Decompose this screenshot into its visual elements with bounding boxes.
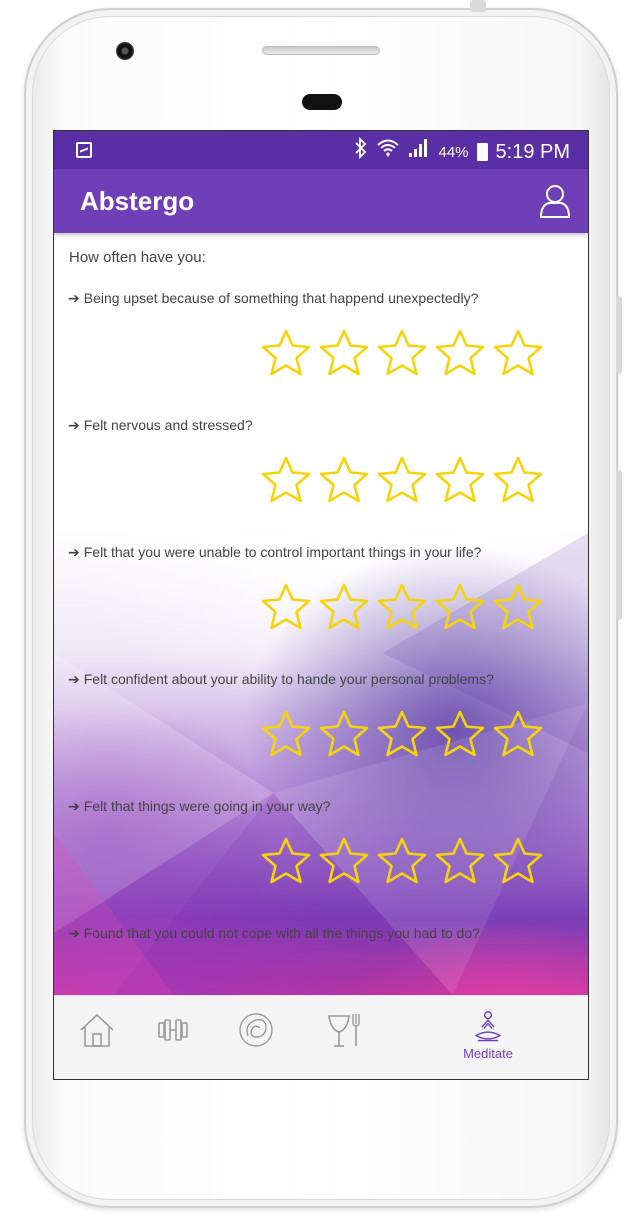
star-icon[interactable] [259, 582, 313, 630]
star-icon[interactable] [317, 328, 371, 376]
signal-icon [408, 138, 430, 166]
battery-icon [476, 143, 488, 161]
arrow-icon: ➔ [68, 417, 80, 433]
star-icon[interactable] [491, 836, 545, 884]
star-icon[interactable] [491, 582, 545, 630]
user-icon[interactable] [538, 183, 572, 219]
nav-meditate[interactable]: Meditate [458, 1010, 518, 1070]
screen: 44% 5:19 PM Abstergo How often have you:… [53, 130, 589, 1080]
arrow-icon: ➔ [68, 544, 80, 560]
star-icon[interactable] [433, 328, 487, 376]
question-text: ➔ Felt confident about your ability to ha… [68, 671, 494, 688]
question-text: ➔ Felt nervous and stressed? [68, 417, 253, 434]
question-label: Being upset because of something that ha… [83, 290, 479, 306]
star-icon[interactable] [491, 455, 545, 503]
arrow-icon: ➔ [68, 671, 80, 687]
nav-breathe[interactable] [226, 1010, 286, 1070]
star-icon[interactable] [317, 455, 371, 503]
star-icon[interactable] [375, 328, 429, 376]
star-icon[interactable] [317, 709, 371, 757]
star-rating[interactable] [259, 455, 545, 503]
breath-icon [239, 1013, 273, 1047]
meditate-icon [474, 1011, 502, 1042]
app-title: Abstergo [80, 186, 195, 216]
star-icon[interactable] [433, 455, 487, 503]
star-icon[interactable] [317, 836, 371, 884]
star-icon[interactable] [433, 582, 487, 630]
star-icon[interactable] [259, 709, 313, 757]
star-icon[interactable] [259, 836, 313, 884]
nav-home[interactable] [67, 1010, 127, 1070]
status-icons: 44% 5:19 PM [354, 136, 570, 167]
question-label: Felt nervous and stressed? [83, 417, 253, 433]
volume-up-button [616, 296, 622, 374]
earpiece-speaker [262, 46, 380, 55]
survey-intro: How often have you: [69, 249, 206, 266]
star-icon[interactable] [259, 328, 313, 376]
star-rating[interactable] [259, 709, 545, 757]
question-text: ➔ Found that you could not cope with all … [68, 925, 480, 942]
home-icon [80, 1013, 114, 1047]
food-icon [328, 1014, 360, 1047]
arrow-icon: ➔ [68, 290, 80, 306]
nav-workout[interactable] [143, 1010, 203, 1070]
dumbbell-icon [158, 1019, 188, 1041]
star-icon[interactable] [317, 582, 371, 630]
power-button [470, 0, 486, 12]
star-icon[interactable] [375, 836, 429, 884]
question-text: ➔ Felt that you were unable to control im… [68, 544, 481, 561]
volume-down-button [616, 470, 622, 620]
status-bar: 44% 5:19 PM [54, 131, 588, 169]
question-label: Felt confident about your ability to han… [83, 671, 494, 687]
question-label: Felt that things were going in your way? [83, 798, 331, 814]
star-icon[interactable] [433, 836, 487, 884]
battery-percent: 44% [438, 143, 469, 161]
star-icon[interactable] [375, 709, 429, 757]
star-icon[interactable] [491, 328, 545, 376]
question-text: ➔ Being upset because of something that h… [68, 290, 478, 307]
star-rating[interactable] [259, 836, 545, 884]
image-notification-icon [76, 142, 92, 158]
question-text: ➔ Felt that things were going in your way… [68, 798, 330, 815]
clock: 5:19 PM [495, 140, 570, 163]
proximity-sensor [302, 94, 342, 110]
arrow-icon: ➔ [68, 798, 80, 814]
front-camera [116, 42, 134, 60]
star-icon[interactable] [491, 709, 545, 757]
star-icon[interactable] [433, 709, 487, 757]
star-icon[interactable] [375, 455, 429, 503]
star-icon[interactable] [259, 455, 313, 503]
star-icon[interactable] [375, 582, 429, 630]
wifi-icon [376, 137, 400, 167]
nav-meditate-label: Meditate [463, 1046, 513, 1061]
question-label: Found that you could not cope with all t… [83, 925, 480, 941]
bluetooth-icon [354, 136, 368, 167]
arrow-icon: ➔ [68, 925, 80, 941]
star-rating[interactable] [259, 582, 545, 630]
bottom-navigation: Meditate [54, 995, 588, 1079]
nav-nutrition[interactable] [315, 1010, 375, 1070]
star-rating[interactable] [259, 328, 545, 376]
app-bar: Abstergo [54, 169, 588, 233]
survey-content[interactable]: How often have you: ➔ Being upset because… [54, 233, 588, 995]
question-label: Felt that you were unable to control imp… [83, 544, 482, 560]
